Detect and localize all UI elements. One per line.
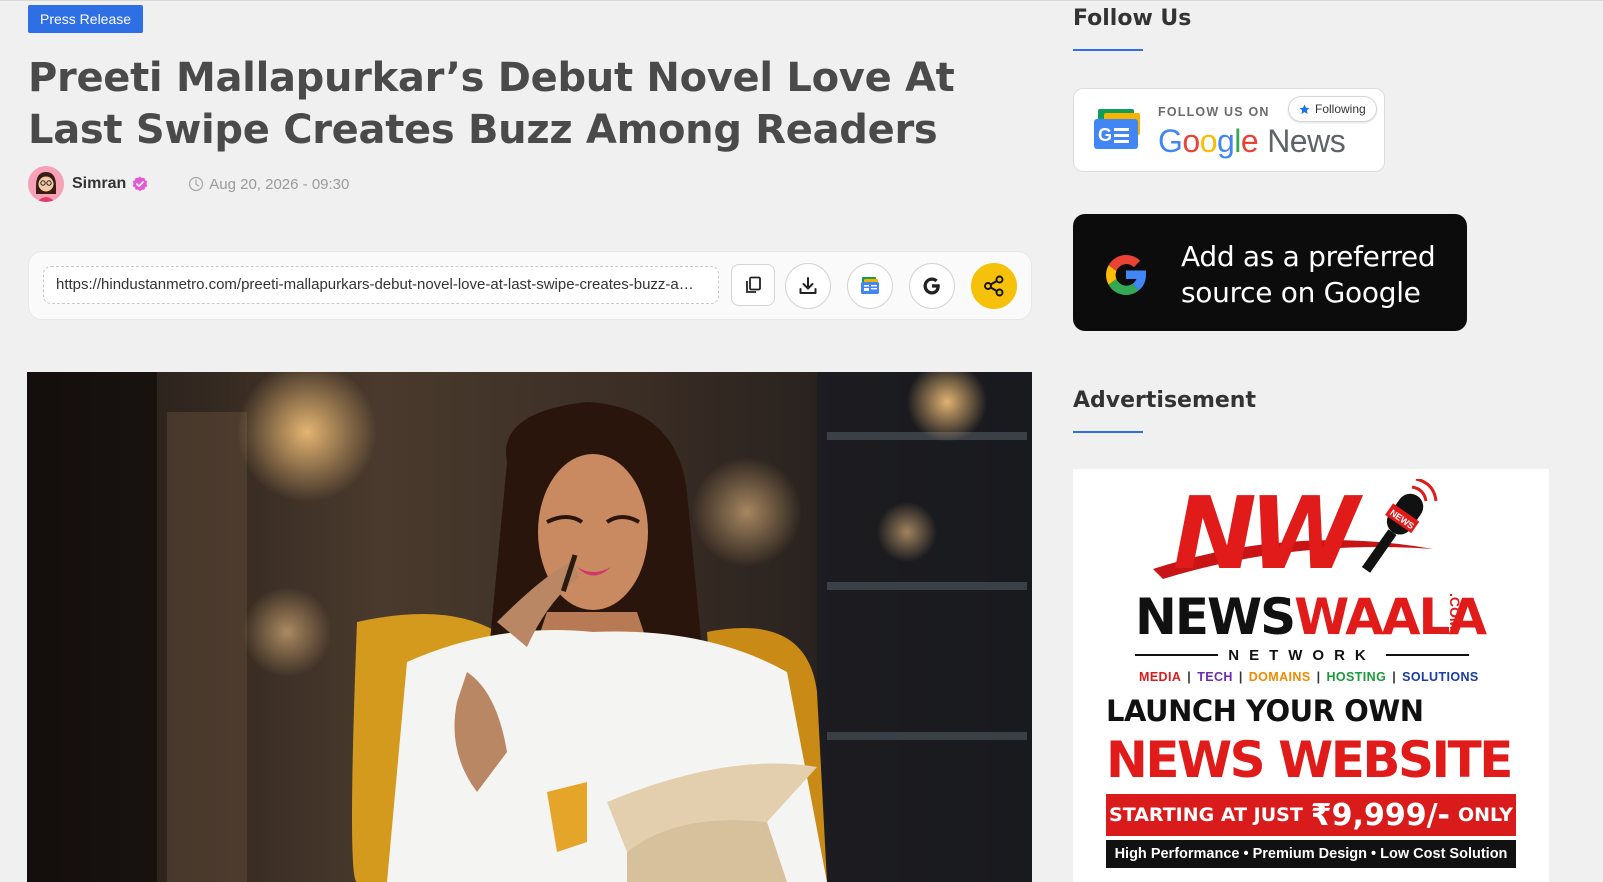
download-button[interactable] — [785, 263, 831, 309]
launch-headline: LAUNCH YOUR OWN — [1106, 694, 1424, 728]
microphone-icon: NEWS — [1361, 479, 1438, 573]
service-separator: | — [1238, 670, 1243, 684]
google-wordmark-letter: g — [1216, 123, 1235, 159]
google-news-button[interactable] — [847, 263, 893, 309]
follow-us-heading: Follow Us — [1073, 6, 1192, 31]
preferred-source-label: Add as a preferred source on Google — [1181, 240, 1436, 309]
author-avatar[interactable] — [28, 166, 64, 202]
brand-news: NEWS — [1135, 588, 1296, 646]
google-wordmark-letter: e — [1240, 123, 1259, 159]
article-featured-image — [27, 372, 1032, 882]
article-url-field[interactable]: https://hindustanmetro.com/preeti-mallap… — [43, 266, 719, 304]
share-icon — [984, 275, 1004, 297]
service-item: HOSTING — [1326, 670, 1387, 684]
preferred-source-google-button[interactable]: Add as a preferred source on Google — [1073, 214, 1467, 331]
article-meta: Simran Aug 20, 2026 - 09:30 — [28, 166, 349, 202]
google-wordmark-letter: o — [1199, 123, 1218, 159]
share-button[interactable] — [971, 263, 1017, 309]
news-website-headline: NEWS WEBSITE — [1106, 731, 1513, 789]
network-rule-right — [1385, 654, 1469, 656]
google-news-follow-card[interactable]: G FOLLOW US ON Google News Following — [1073, 88, 1385, 172]
clock-icon — [189, 176, 204, 192]
svg-text:G: G — [1098, 125, 1112, 145]
google-news-icon — [861, 277, 879, 294]
follow-us-on-label: FOLLOW US ON — [1158, 105, 1270, 119]
google-wordmark-letter: l — [1234, 123, 1241, 159]
download-icon — [799, 277, 817, 294]
price-suffix: ONLY — [1457, 804, 1513, 826]
category-badge[interactable]: Press Release — [28, 5, 144, 33]
google-wordmark: Google — [1158, 123, 1259, 159]
services-list: MEDIA | TECH | DOMAINS | HOSTING | SOLUTIONS — [1139, 670, 1479, 684]
price-value: ₹9,999/- — [1310, 797, 1450, 833]
network-label: NETWORK — [1228, 646, 1376, 664]
google-wordmark-letter: G — [1158, 123, 1183, 159]
copy-icon — [746, 276, 761, 293]
publish-date: Aug 20, 2026 - 09:30 — [188, 176, 349, 193]
publish-date-text: Aug 20, 2026 - 09:30 — [209, 175, 350, 193]
star-icon — [1299, 103, 1310, 114]
service-separator: | — [1392, 670, 1397, 684]
newswaala-logo-letters: NW — [1173, 475, 1359, 592]
network-label-row: NETWORK — [1135, 645, 1469, 665]
service-separator: | — [1187, 670, 1192, 684]
network-rule-left — [1135, 654, 1219, 656]
service-item: MEDIA — [1139, 670, 1182, 684]
price-prefix: STARTING AT JUST — [1109, 804, 1303, 826]
service-item: TECH — [1197, 670, 1233, 684]
google-wordmark-letter: o — [1182, 123, 1200, 159]
service-item: SOLUTIONS — [1402, 670, 1479, 684]
top-border — [0, 0, 1603, 1]
google-news-logo-icon: G — [1094, 109, 1140, 149]
following-pill[interactable]: Following — [1288, 96, 1377, 122]
verified-badge-icon — [132, 176, 148, 192]
service-separator: | — [1316, 670, 1321, 684]
following-label: Following — [1315, 102, 1366, 116]
features-banner: High Performance • Premium Design • Low … — [1106, 840, 1516, 868]
copy-link-button[interactable] — [731, 264, 775, 306]
advertisement-underline — [1073, 431, 1143, 433]
google-g-logo-icon — [1106, 254, 1146, 295]
brand-dot-com: .COM — [1447, 593, 1463, 630]
google-icon — [923, 277, 940, 295]
google-news-wordmark: Google News — [1158, 123, 1346, 160]
news-wordmark: News — [1267, 123, 1346, 159]
advertisement-heading: Advertisement — [1073, 388, 1256, 413]
newswaala-advertisement[interactable]: NW NEWS NEWSWAALA .COM NETWORK MEDIA | TEC… — [1073, 469, 1549, 882]
author-name[interactable]: Simran — [72, 175, 126, 193]
follow-us-underline — [1073, 49, 1143, 51]
service-item: DOMAINS — [1248, 670, 1311, 684]
newswaala-brand: NEWSWAALA — [1135, 587, 1487, 647]
article-title: Preeti Mallapurkar’s Debut Novel Love At… — [28, 55, 955, 153]
price-banner: STARTING AT JUST ₹9,999/- ONLY — [1106, 794, 1516, 836]
google-button[interactable] — [909, 263, 955, 309]
share-bar: https://hindustanmetro.com/preeti-mallap… — [28, 251, 1032, 320]
